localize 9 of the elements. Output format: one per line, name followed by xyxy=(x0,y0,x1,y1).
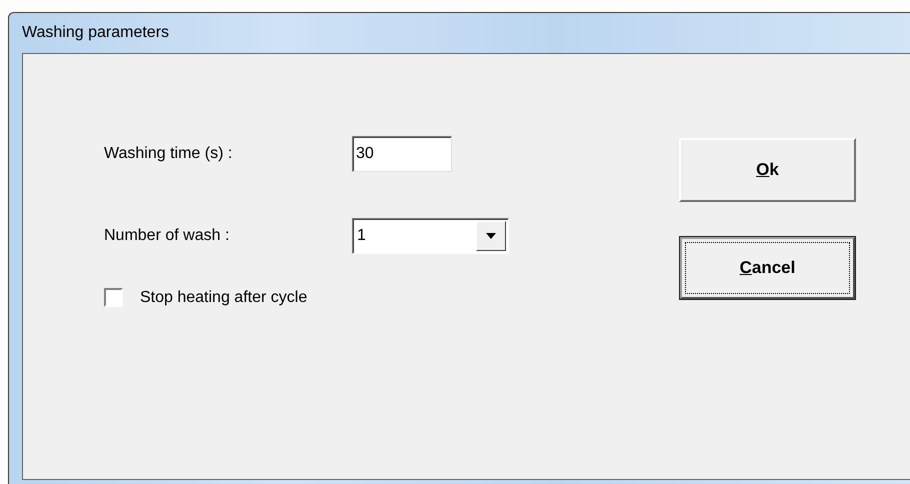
checkbox[interactable] xyxy=(104,288,123,307)
dropdown-field[interactable]: 1 xyxy=(352,218,509,254)
input-field[interactable]: 30 xyxy=(352,136,452,172)
field-label: Number of wash : xyxy=(104,227,230,245)
checkbox-label: Stop heating after cycle xyxy=(140,288,308,306)
window-title: Washing parameters xyxy=(22,24,170,42)
field-label: Washing time (s) : xyxy=(104,145,234,163)
dialog-button[interactable]: Cancel xyxy=(679,236,856,300)
dialog-button[interactable]: Ok xyxy=(679,138,856,202)
